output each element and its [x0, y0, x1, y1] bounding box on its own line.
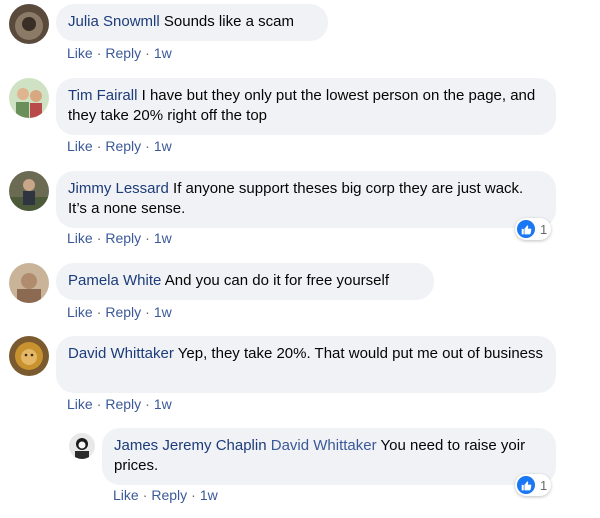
reply-link[interactable]: Reply — [105, 396, 141, 412]
avatar[interactable] — [9, 78, 49, 118]
comment-bubble: Julia Snowmll Sounds like a scam — [56, 4, 328, 41]
comment-text: Sounds like a scam — [163, 13, 294, 30]
reaction-count: 1 — [540, 221, 548, 237]
comment-actions: Like · Reply · 1w — [67, 230, 172, 246]
timestamp[interactable]: 1w — [154, 45, 172, 61]
reaction-count: 1 — [540, 477, 548, 493]
timestamp[interactable]: 1w — [154, 396, 172, 412]
timestamp[interactable]: 1w — [154, 138, 172, 154]
comment-text: Yep, they take 20%. That would put me ou… — [177, 345, 544, 362]
like-link[interactable]: Like — [67, 396, 93, 412]
comment-bubble: David Whittaker Yep, they take 20%. That… — [56, 336, 556, 393]
avatar[interactable] — [9, 336, 49, 376]
reaction-badge[interactable]: 1 — [515, 218, 552, 240]
comment-author[interactable]: Jimmy Lessard — [68, 180, 169, 197]
thumbs-up-icon — [517, 476, 535, 494]
comment-author[interactable]: David Whittaker — [68, 345, 174, 362]
avatar[interactable] — [9, 263, 49, 303]
comment-bubble: Tim Fairall I have but they only put the… — [56, 78, 556, 135]
reply-link[interactable]: Reply — [151, 487, 187, 503]
reply-link[interactable]: Reply — [105, 45, 141, 61]
comment-author[interactable]: Pamela White — [68, 272, 161, 289]
comment-author[interactable]: Tim Fairall — [68, 87, 137, 104]
like-link[interactable]: Like — [67, 230, 93, 246]
reply-link[interactable]: Reply — [105, 304, 141, 320]
thumbs-up-icon — [517, 220, 535, 238]
mention-link[interactable]: David Whittaker — [271, 437, 377, 454]
comment-author[interactable]: Julia Snowmll — [68, 13, 160, 30]
comment-text: I have but they only put the lowest pers… — [68, 87, 536, 124]
reply-author[interactable]: James Jeremy Chaplin — [114, 437, 267, 454]
timestamp[interactable]: 1w — [154, 304, 172, 320]
comment-bubble: Jimmy Lessard If anyone support theses b… — [56, 171, 556, 228]
timestamp[interactable]: 1w — [154, 230, 172, 246]
avatar[interactable] — [69, 433, 95, 459]
like-link[interactable]: Like — [67, 138, 93, 154]
comment-text: And you can do it for free yourself — [164, 272, 390, 289]
reaction-badge[interactable]: 1 — [515, 474, 552, 496]
comment-actions: Like · Reply · 1w — [67, 304, 172, 320]
avatar[interactable] — [9, 4, 49, 44]
reply-actions: Like · Reply · 1w — [113, 487, 218, 503]
reply-bubble: James Jeremy Chaplin David Whittaker You… — [102, 428, 556, 485]
comment-actions: Like · Reply · 1w — [67, 138, 172, 154]
like-link[interactable]: Like — [67, 45, 93, 61]
reply-link[interactable]: Reply — [105, 230, 141, 246]
like-link[interactable]: Like — [67, 304, 93, 320]
reply-link[interactable]: Reply — [105, 138, 141, 154]
comment-actions: Like · Reply · 1w — [67, 396, 172, 412]
like-link[interactable]: Like — [113, 487, 139, 503]
avatar[interactable] — [9, 171, 49, 211]
comment-bubble: Pamela White And you can do it for free … — [56, 263, 434, 300]
comment-actions: Like · Reply · 1w — [67, 45, 172, 61]
timestamp[interactable]: 1w — [200, 487, 218, 503]
